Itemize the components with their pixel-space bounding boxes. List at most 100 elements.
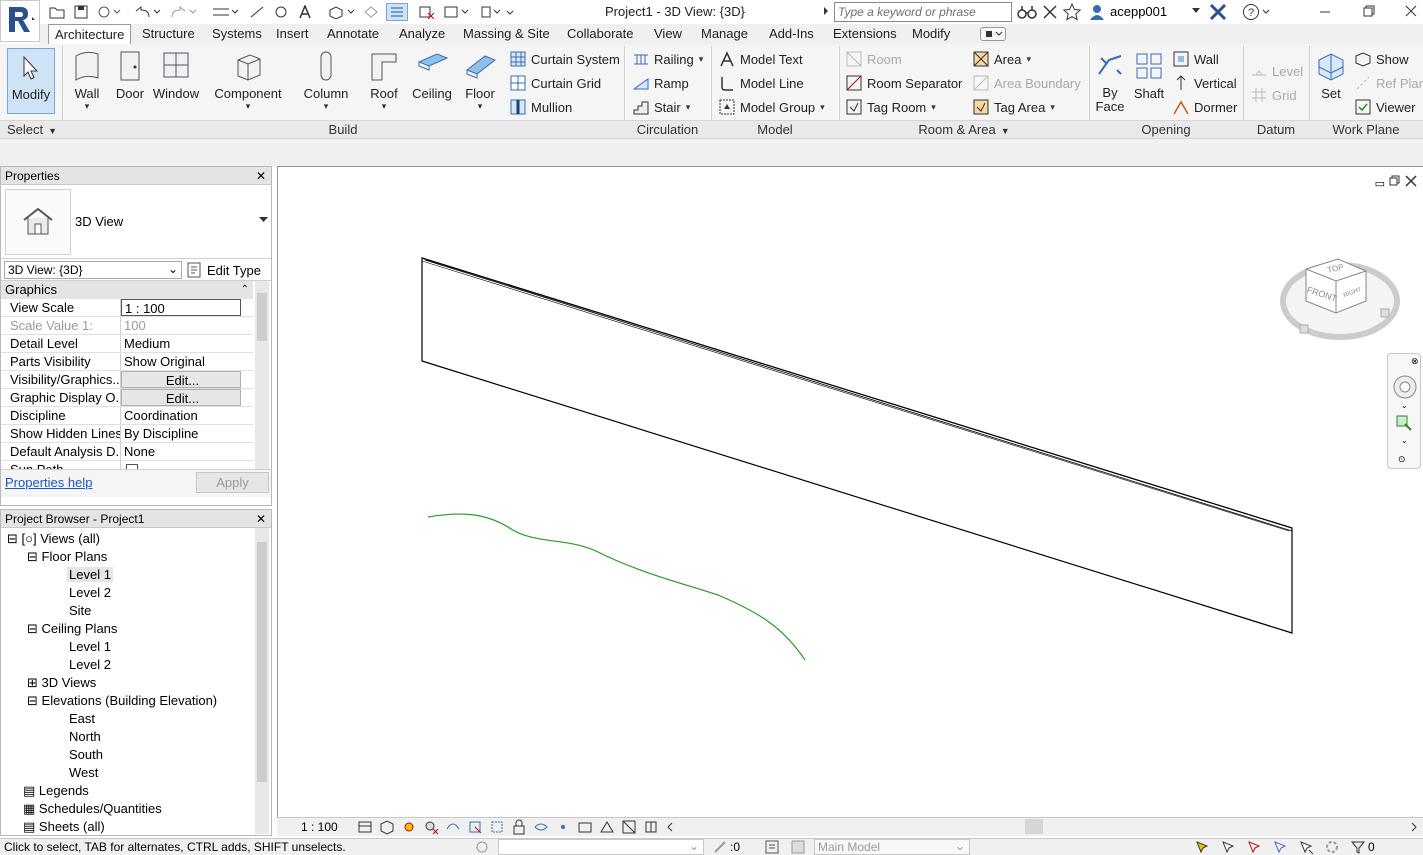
model-line-button[interactable]: Model Line xyxy=(718,72,804,94)
ribbon-minimize-toggle-icon[interactable] xyxy=(980,27,1006,41)
crop-view-icon[interactable] xyxy=(467,819,483,835)
favorites-star-icon[interactable] xyxy=(1063,3,1081,21)
select-pinned-icon[interactable] xyxy=(1246,839,1262,855)
property-row[interactable]: Discipline Coordination xyxy=(1,407,253,425)
tab-collaborate[interactable]: Collaborate xyxy=(567,24,634,44)
level-button[interactable]: Level xyxy=(1250,60,1303,82)
tab-structure[interactable]: Structure xyxy=(142,24,195,44)
curtain-grid-button[interactable]: Curtain Grid xyxy=(509,72,601,94)
property-row[interactable]: Sun Path xyxy=(1,461,253,469)
vertical-opening-button[interactable]: Vertical xyxy=(1172,72,1237,94)
select-by-face-icon[interactable] xyxy=(1272,839,1288,855)
user-menu-chevron-icon[interactable] xyxy=(1192,8,1200,14)
tree-node-floor-plan-level-1[interactable]: Level 1 xyxy=(1,566,253,584)
floor-dropdown-icon[interactable]: ▾ xyxy=(478,101,483,112)
tree-node-legends[interactable]: ▤ Legends xyxy=(1,782,253,800)
editing-requests-icon[interactable] xyxy=(712,839,728,855)
dormer-button[interactable]: Dormer xyxy=(1172,96,1237,118)
show-crop-region-icon[interactable] xyxy=(489,819,505,835)
curtain-system-button[interactable]: Curtain System xyxy=(509,48,620,70)
view-scale[interactable]: 1 : 100 xyxy=(301,820,338,834)
apply-button[interactable]: Apply xyxy=(196,472,269,493)
property-value[interactable]: Coordination xyxy=(121,407,241,424)
property-value[interactable]: None xyxy=(121,443,241,460)
aligned-dimension-icon[interactable] xyxy=(248,3,266,21)
edit-type-button[interactable]: Edit Type xyxy=(187,261,261,279)
tree-node-floor-plans[interactable]: ⊟ Floor Plans xyxy=(1,548,253,566)
property-row[interactable]: Graphic Display O... Edit... xyxy=(1,389,253,407)
tab-insert[interactable]: Insert xyxy=(276,24,309,44)
restore-view-icon[interactable] xyxy=(1389,175,1401,187)
tree-node-elevations[interactable]: ⊟ Elevations (Building Elevation) xyxy=(1,692,253,710)
expand-search-icon[interactable] xyxy=(822,5,830,17)
tab-modify[interactable]: Modify xyxy=(912,24,950,44)
tab-extensions[interactable]: Extensions xyxy=(833,24,897,44)
modify-button[interactable]: Modify xyxy=(7,48,55,114)
switch-windows-icon[interactable] xyxy=(442,3,472,21)
restore-window-icon[interactable] xyxy=(1362,4,1376,18)
collapse-section-icon[interactable]: ⌃ xyxy=(241,281,253,299)
room-separator-button[interactable]: Room Separator xyxy=(845,72,962,94)
properties-help-link[interactable]: Properties help xyxy=(5,475,92,490)
tab-massing-site[interactable]: Massing & Site xyxy=(463,24,550,44)
door-button[interactable]: Door xyxy=(112,46,148,116)
browser-scroll-thumb[interactable] xyxy=(257,542,267,782)
collapse-icon[interactable]: ⊟ xyxy=(27,693,38,708)
close-hidden-windows-icon[interactable] xyxy=(416,3,438,21)
column-dropdown-icon[interactable]: ▾ xyxy=(324,101,329,112)
filter-icon[interactable] xyxy=(1350,839,1366,855)
autodesk-exchange-icon[interactable] xyxy=(1208,3,1228,21)
subscription-icon[interactable] xyxy=(1040,3,1060,21)
tree-node-ceiling-plans[interactable]: ⊟ Ceiling Plans xyxy=(1,620,253,638)
horizontal-scroll-thumb[interactable] xyxy=(1025,819,1043,834)
design-option-lock-icon[interactable] xyxy=(790,839,806,855)
property-value[interactable]: Medium xyxy=(121,335,241,352)
undo-icon[interactable] xyxy=(132,3,162,21)
text-icon[interactable] xyxy=(296,3,314,21)
type-selector[interactable]: 3D View xyxy=(1,185,271,259)
close-browser-icon[interactable]: ✕ xyxy=(256,510,271,527)
view-bar-scroll-left-icon[interactable] xyxy=(665,819,675,835)
tree-node-ceiling-plan-level-2[interactable]: Level 2 xyxy=(1,656,253,674)
tree-node-east[interactable]: East xyxy=(1,710,253,728)
default-3d-view-icon[interactable] xyxy=(326,3,356,21)
model-text-button[interactable]: Model Text xyxy=(718,48,803,70)
property-row[interactable]: Scale Value 1: 100 xyxy=(1,317,253,335)
select-links-icon[interactable] xyxy=(1194,839,1210,855)
highlight-displacement-icon[interactable] xyxy=(621,819,637,835)
wall-dropdown-icon[interactable]: ▾ xyxy=(85,101,90,112)
tab-add-ins[interactable]: Add-Ins xyxy=(769,24,814,44)
grid-button[interactable]: Grid xyxy=(1250,84,1297,106)
reveal-constraints-icon[interactable] xyxy=(643,819,659,835)
visual-style-icon[interactable] xyxy=(379,819,395,835)
tab-views-icon[interactable] xyxy=(478,3,504,21)
wheel-menu-chevron-icon[interactable]: ⌄ xyxy=(1401,401,1408,410)
area-button[interactable]: Area ▾ xyxy=(972,48,1031,70)
tab-systems[interactable]: Systems xyxy=(212,24,262,44)
model-group-button[interactable]: Model Group ▾ xyxy=(718,96,825,118)
tab-annotate[interactable]: Annotate xyxy=(327,24,379,44)
rendering-icon[interactable] xyxy=(445,819,461,835)
type-selector-chevron-icon[interactable] xyxy=(259,217,268,223)
shaft-button[interactable]: Shaft xyxy=(1131,46,1167,116)
select-panel-dropdown[interactable]: Select ▼ xyxy=(0,120,62,138)
zoom-menu-chevron-icon[interactable]: ⌄ xyxy=(1401,436,1408,445)
section-icon[interactable] xyxy=(362,3,380,21)
close-view-icon[interactable] xyxy=(1405,175,1417,187)
show-analytical-model-icon[interactable] xyxy=(599,819,615,835)
window-button[interactable]: Window xyxy=(150,46,202,116)
tab-analyze[interactable]: Analyze xyxy=(399,24,445,44)
collapse-icon[interactable]: ⊟ xyxy=(7,531,18,546)
room-area-panel-dropdown[interactable]: Room & Area ▼ xyxy=(839,120,1089,138)
save-icon[interactable] xyxy=(72,3,90,21)
background-processes-icon[interactable] xyxy=(1324,839,1340,855)
property-row[interactable]: Default Analysis D... None xyxy=(1,443,253,461)
measure-icon[interactable] xyxy=(210,3,240,21)
binoculars-icon[interactable] xyxy=(1016,3,1038,21)
sun-path-icon[interactable] xyxy=(401,819,417,835)
roof-dropdown-icon[interactable]: ▾ xyxy=(382,101,387,112)
design-options-icon[interactable] xyxy=(764,839,780,855)
topography-line[interactable] xyxy=(427,513,806,661)
view-bar-scroll-right-icon[interactable] xyxy=(1409,819,1419,835)
mullion-button[interactable]: Mullion xyxy=(509,96,572,118)
